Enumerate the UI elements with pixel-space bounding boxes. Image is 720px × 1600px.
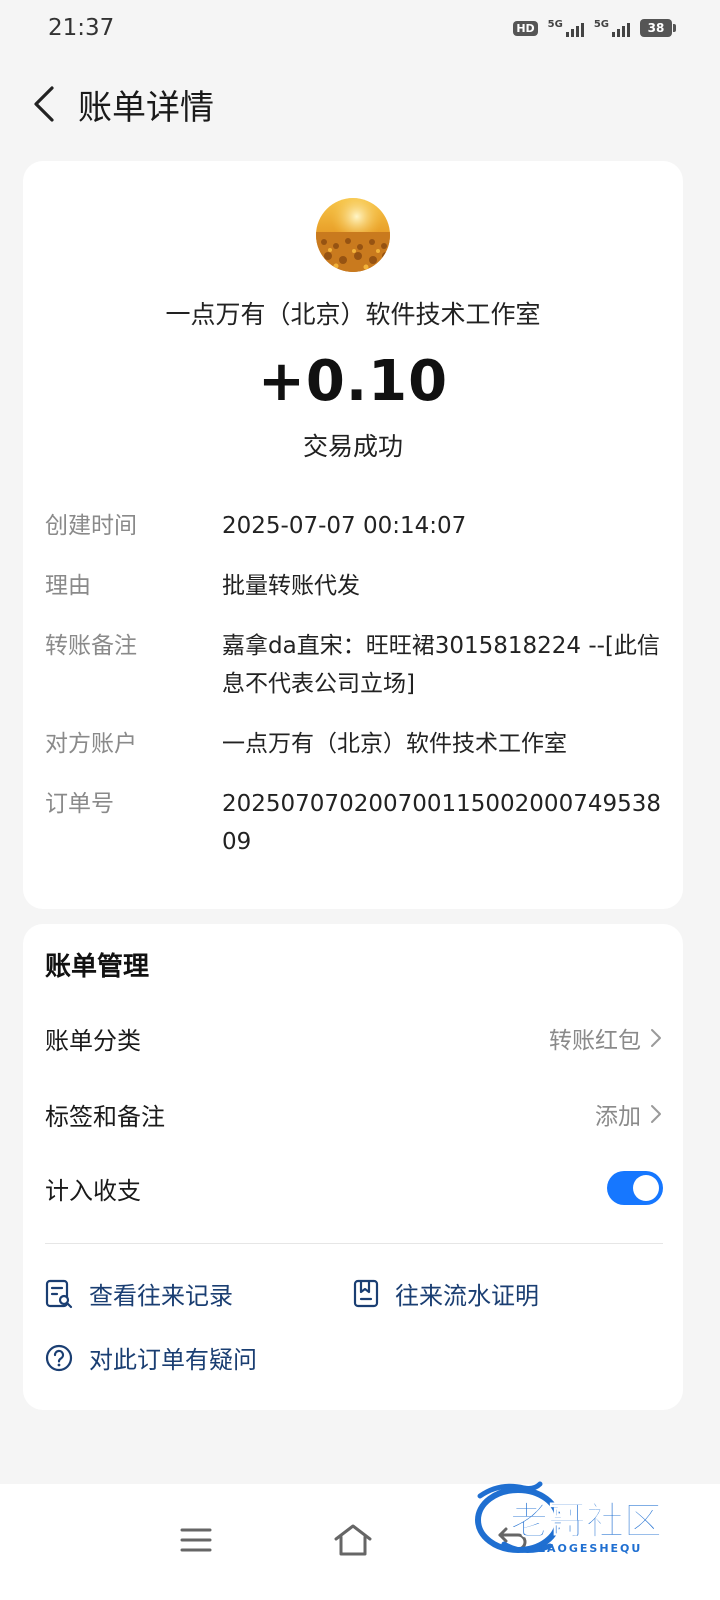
signal-icon: 5G [548, 19, 584, 37]
detail-label: 创建时间 [45, 513, 137, 539]
detail-label: 对方账户 [45, 731, 137, 757]
menu-button[interactable] [164, 1508, 228, 1572]
network-type-label: 5G [547, 19, 563, 30]
include-in-stats-row: 计入收支 [45, 1164, 663, 1212]
network-type-label-2: 5G [593, 19, 609, 30]
top-bar: 账单详情 [0, 70, 720, 138]
hd-icon: HD [513, 20, 538, 36]
battery-level: 38 [647, 21, 665, 35]
home-button[interactable] [321, 1508, 385, 1572]
battery-icon: 38 [640, 19, 676, 37]
transaction-amount: +0.10 [257, 349, 449, 414]
tags-notes-label: 标签和备注 [45, 1102, 165, 1131]
avatar-image [316, 198, 390, 272]
transaction-statement-label: 往来流水证明 [395, 1282, 539, 1310]
view-records-label: 查看往来记录 [89, 1282, 233, 1310]
statement-icon [353, 1279, 379, 1307]
bill-category-label: 账单分类 [45, 1026, 141, 1055]
bill-category-row[interactable]: 账单分类 转账红包 [45, 1014, 663, 1062]
tags-notes-right: 添加 [595, 1097, 663, 1131]
detail-label: 理由 [45, 573, 91, 599]
detail-row-order-number: 订单号 20250707020070011500200074953809 [45, 785, 665, 861]
transaction-statement-link[interactable]: 往来流水证明 [353, 1276, 539, 1311]
status-icons: HD 5G 5G 38 [513, 19, 676, 37]
order-question-label: 对此订单有疑问 [89, 1346, 257, 1374]
include-in-stats-label: 计入收支 [45, 1176, 141, 1205]
status-time: 21:37 [48, 15, 115, 41]
status-bar: 21:37 HD 5G 5G 38 [0, 0, 720, 56]
back-button[interactable] [20, 80, 68, 128]
merchant-avatar[interactable] [316, 198, 390, 272]
toggle-knob [633, 1175, 659, 1201]
detail-label: 订单号 [45, 791, 114, 817]
dragon-logo-icon: 老哥社区 LAOGESHEQU [475, 1481, 663, 1555]
bill-management-card: 账单管理 账单分类 转账红包 标签和备注 添加 计入收支 查看往来记录 往来流水… [23, 924, 683, 1410]
transaction-status: 交易成功 [302, 432, 403, 461]
detail-value: 2025-07-07 00:14:07 [222, 513, 467, 539]
divider [45, 1243, 663, 1244]
detail-value[interactable]: 20250707020070011500200074953809 [222, 785, 665, 861]
svg-text:LAOGESHEQU: LAOGESHEQU [538, 1542, 642, 1555]
transaction-card: 一点万有（北京）软件技术工作室 +0.10 交易成功 创建时间 2025-07-… [23, 161, 683, 909]
detail-value: 批量转账代发 [222, 573, 360, 599]
chevron-left-icon [34, 86, 54, 122]
watermark-logo: 老哥社区 LAOGESHEQU [474, 1474, 694, 1564]
order-question-link[interactable]: 对此订单有疑问 [45, 1340, 257, 1375]
chevron-right-icon [651, 1029, 661, 1047]
question-circle-icon [45, 1344, 73, 1371]
records-search-icon [45, 1279, 73, 1308]
bill-category-right: 转账红包 [549, 1021, 663, 1055]
detail-value: 一点万有（北京）软件技术工作室 [222, 731, 567, 757]
detail-row-reason: 理由 批量转账代发 [45, 567, 665, 605]
bill-category-value: 转账红包 [549, 1028, 641, 1054]
detail-row-created-time: 创建时间 2025-07-07 00:14:07 [45, 507, 665, 545]
tags-notes-value: 添加 [595, 1104, 641, 1130]
svg-text:老哥社区: 老哥社区 [510, 1499, 662, 1543]
page-title: 账单详情 [78, 87, 214, 128]
detail-row-transfer-note: 转账备注 嘉拿da直宋：旺旺裙3015818224 --[此信息不代表公司立场] [45, 627, 665, 703]
detail-value: 嘉拿da直宋：旺旺裙3015818224 --[此信息不代表公司立场] [222, 633, 660, 697]
home-icon [334, 1524, 372, 1556]
include-in-stats-toggle[interactable] [607, 1171, 663, 1205]
chevron-right-icon [651, 1105, 661, 1123]
view-records-link[interactable]: 查看往来记录 [45, 1276, 233, 1311]
tags-notes-row[interactable]: 标签和备注 添加 [45, 1090, 663, 1138]
menu-icon [180, 1528, 212, 1552]
merchant-name: 一点万有（北京）软件技术工作室 [165, 300, 541, 329]
signal-icon-2: 5G [594, 19, 630, 37]
section-title: 账单管理 [45, 952, 150, 982]
detail-row-counterparty: 对方账户 一点万有（北京）软件技术工作室 [45, 725, 665, 763]
detail-label: 转账备注 [45, 633, 137, 659]
